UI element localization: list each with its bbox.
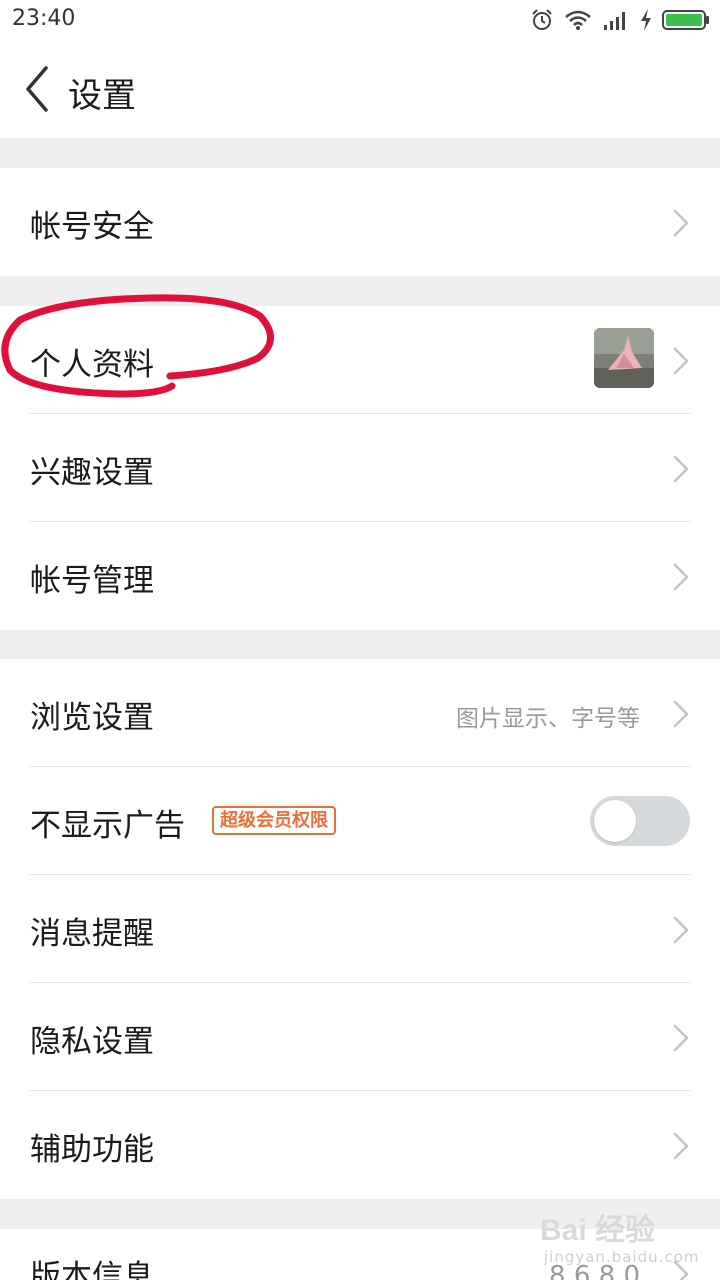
chevron-right-icon: [673, 209, 689, 237]
row-label: 浏览设置: [30, 700, 154, 736]
chevron-right-icon: [673, 700, 689, 728]
chevron-right-icon: [673, 563, 689, 591]
baidu-logo: Bai 经验: [540, 1213, 655, 1247]
row-label: 帐号安全: [30, 209, 154, 245]
chevron-left-icon[interactable]: [20, 64, 56, 114]
row-accessibility[interactable]: 辅助功能: [0, 1091, 720, 1199]
status-icons: [530, 6, 710, 34]
row-account-security[interactable]: 帐号安全: [0, 168, 720, 276]
page-title: 设置: [68, 76, 136, 116]
row-account-management[interactable]: 帐号管理: [0, 522, 720, 630]
row-label: 消息提醒: [30, 916, 154, 952]
charging-icon: [641, 9, 651, 31]
battery-icon: [662, 10, 709, 30]
chevron-right-icon: [673, 455, 689, 483]
svg-text:Bai 经验: Bai 经验: [540, 1213, 655, 1247]
row-subtitle: 图片显示、字号等: [456, 706, 640, 732]
chevron-right-icon: [673, 347, 689, 375]
row-personal-info[interactable]: 个人资料: [0, 306, 720, 414]
avatar: [594, 328, 654, 388]
alarm-icon: [532, 9, 552, 30]
toggle-knob: [594, 800, 636, 842]
row-label: 兴趣设置: [30, 455, 154, 491]
chevron-right-icon: [673, 1024, 689, 1052]
signal-icon: [604, 12, 625, 30]
title-bar: 设置: [0, 40, 720, 138]
status-bar: 23:40: [0, 0, 720, 40]
status-time: 23:40: [12, 6, 76, 31]
row-label: 隐私设置: [30, 1024, 154, 1060]
row-privacy-settings[interactable]: 隐私设置: [0, 983, 720, 1091]
wifi-icon: [565, 10, 591, 30]
section-profile: 个人资料 兴趣设置 帐号管理: [0, 306, 720, 630]
row-interest-settings[interactable]: 兴趣设置: [0, 414, 720, 522]
row-hide-ads: 不显示广告 超级会员权限: [0, 767, 720, 875]
watermark-url: jingyan.baidu.com: [544, 1248, 700, 1266]
vip-badge: 超级会员权限: [212, 806, 336, 835]
row-browse-settings[interactable]: 浏览设置 图片显示、字号等: [0, 659, 720, 767]
row-label: 不显示广告: [30, 808, 185, 844]
chevron-right-icon: [673, 916, 689, 944]
row-label: 个人资料: [30, 347, 154, 383]
section-account-security: 帐号安全: [0, 168, 720, 276]
row-label: 辅助功能: [30, 1132, 154, 1168]
chevron-right-icon: [673, 1132, 689, 1160]
baidu-jingyan-watermark: Bai 经验 jingyan.baidu.com: [540, 1210, 698, 1270]
row-label: 版本信息: [30, 1259, 154, 1280]
row-message-reminder[interactable]: 消息提醒: [0, 875, 720, 983]
hide-ads-toggle[interactable]: [590, 796, 690, 846]
row-label: 帐号管理: [30, 563, 154, 599]
section-preferences: 浏览设置 图片显示、字号等 不显示广告 超级会员权限 消息提醒 隐私设置 辅助功…: [0, 659, 720, 1199]
